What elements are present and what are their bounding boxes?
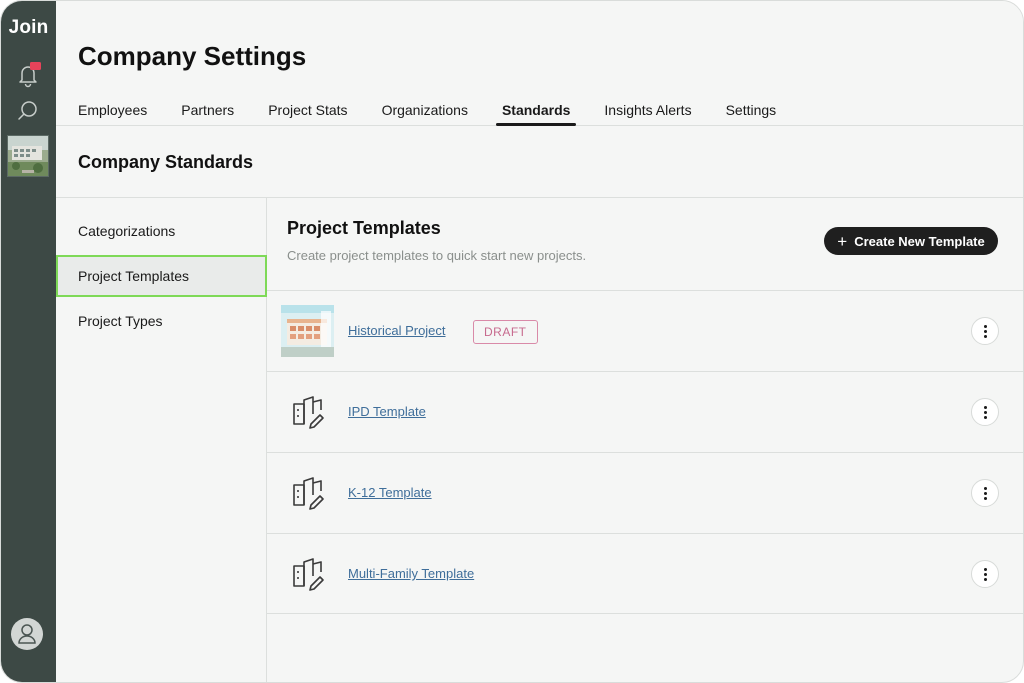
tab-settings[interactable]: Settings (726, 102, 777, 126)
template-name-link[interactable]: Multi-Family Template (348, 566, 474, 581)
template-more-button[interactable] (971, 398, 999, 426)
plus-icon: + (837, 231, 848, 251)
user-avatar[interactable] (11, 618, 43, 650)
page-header: Company Settings Employees Partners Proj… (56, 1, 1023, 126)
search-icon[interactable] (14, 97, 42, 125)
more-vertical-icon (983, 567, 987, 582)
standards-sidenav: Categorizations Project Templates Projec… (56, 198, 267, 682)
panel-title: Project Templates (287, 218, 441, 238)
create-template-button[interactable]: + Create New Template (824, 227, 998, 255)
template-more-button[interactable] (971, 479, 999, 507)
templates-list: Historical Project DRAFT IPD Template K-… (267, 290, 1023, 614)
building-icon (291, 394, 327, 430)
more-vertical-icon (983, 324, 987, 339)
create-template-label: Create New Template (854, 233, 985, 249)
section-title: Company Standards (78, 152, 254, 172)
sidenav-item-project-templates[interactable]: Project Templates (56, 255, 267, 297)
template-name-link[interactable]: K-12 Template (348, 485, 432, 500)
current-project-thumbnail[interactable] (7, 135, 49, 177)
bell-icon[interactable] (14, 61, 42, 89)
tab-standards[interactable]: Standards (495, 102, 577, 126)
more-vertical-icon (983, 405, 987, 420)
draft-badge: DRAFT (473, 320, 538, 344)
tab-insights-alerts[interactable]: Insights Alerts (604, 102, 691, 126)
template-row: IPD Template (267, 371, 1023, 452)
template-name-link[interactable]: IPD Template (348, 404, 426, 419)
more-vertical-icon (983, 486, 987, 501)
tab-partners[interactable]: Partners (181, 102, 234, 126)
sidenav-item-categorizations[interactable]: Categorizations (56, 210, 267, 252)
tab-organizations[interactable]: Organizations (382, 102, 468, 126)
template-thumbnail (281, 305, 334, 357)
sidenav-item-project-types[interactable]: Project Types (56, 300, 267, 342)
notification-badge-icon (30, 62, 41, 70)
page-title: Company Settings (78, 41, 307, 71)
tab-employees[interactable]: Employees (78, 102, 147, 126)
tab-project-stats[interactable]: Project Stats (268, 102, 347, 126)
template-row: K-12 Template (267, 452, 1023, 533)
panel-subtitle: Create project templates to quick start … (287, 248, 587, 263)
template-name-link[interactable]: Historical Project (348, 323, 446, 338)
building-icon (291, 475, 327, 511)
left-rail: Join (1, 1, 56, 682)
template-more-button[interactable] (971, 560, 999, 588)
app-logo[interactable]: Join (1, 17, 56, 39)
templates-panel: Project Templates Create project templat… (267, 198, 1023, 682)
building-icon (291, 556, 327, 592)
template-more-button[interactable] (971, 317, 999, 345)
template-row: Multi-Family Template (267, 533, 1023, 614)
template-row: Historical Project DRAFT (267, 290, 1023, 371)
app-window: Join Company Settings Employees Partners… (0, 0, 1024, 683)
settings-tabs: Employees Partners Project Stats Organiz… (78, 102, 810, 126)
section-header: Company Standards (56, 126, 1023, 198)
